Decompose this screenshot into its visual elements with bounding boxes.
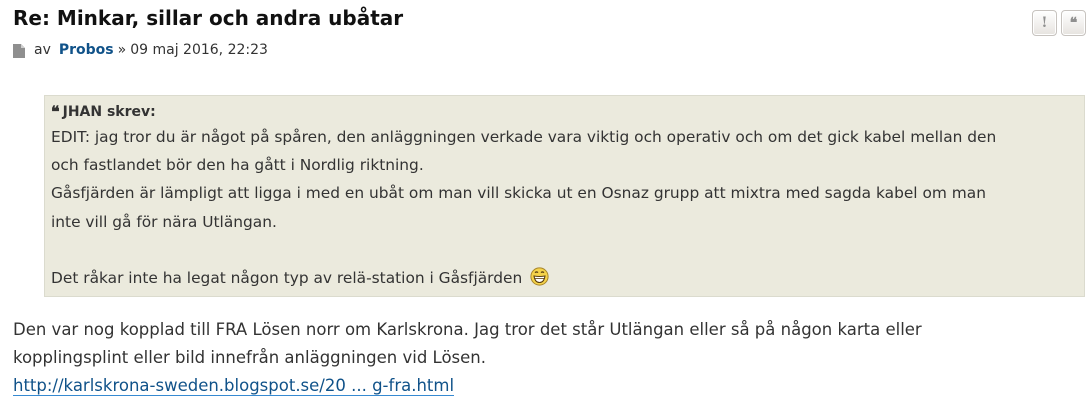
report-button[interactable]: !	[1032, 10, 1057, 36]
grinning-smiley-icon	[530, 267, 549, 295]
blog-link[interactable]: http://karlskrona-sweden.blogspot.se/20 …	[13, 376, 455, 396]
post-meta: av Probos » 09 maj 2016, 22:23	[13, 42, 268, 58]
post-date: 09 maj 2016, 22:23	[130, 42, 268, 58]
by-label: av	[34, 42, 51, 58]
quote-icon: ❝	[51, 102, 60, 121]
forum-post: Re: Minkar, sillar och andra ubåtar ! ❝ …	[0, 0, 1092, 410]
quote-block: ❝ JHAN skrev: EDIT: jag tror du är något…	[44, 95, 1085, 297]
content-line: kopplingsplint eller bild innefrån anläg…	[13, 348, 486, 367]
post-actions: ! ❝	[1032, 10, 1086, 36]
quote-button[interactable]: ❝	[1061, 10, 1086, 36]
quote-line: Det råkar inte ha legat någon typ av rel…	[51, 264, 1076, 295]
meta-separator: »	[117, 42, 127, 58]
quote-cite: ❝ JHAN skrev:	[51, 102, 1076, 122]
quote-line: och fastlandet bör den ha gått i Nordlig…	[51, 156, 424, 175]
document-icon[interactable]	[13, 43, 25, 58]
quote-line: Gåsfjärden är lämpligt att ligga i med e…	[51, 184, 986, 203]
post-content: Den var nog kopplad till FRA Lösen norr …	[13, 316, 1083, 400]
quote-last-line: Det råkar inte ha legat någon typ av rel…	[51, 268, 523, 287]
content-line: Den var nog kopplad till FRA Lösen norr …	[13, 320, 922, 339]
post-title[interactable]: Re: Minkar, sillar och andra ubåtar	[13, 6, 403, 30]
quote-line: EDIT: jag tror du är något på spåren, de…	[51, 128, 997, 146]
author-link[interactable]: Probos	[59, 42, 114, 58]
quote-line: inte vill gå för nära Utlängan.	[51, 212, 277, 231]
quote-spacer	[51, 236, 1076, 264]
content-line: http://karlskrona-sweden.blogspot.se/20 …	[13, 372, 1083, 400]
quote-author: JHAN skrev:	[62, 104, 156, 120]
